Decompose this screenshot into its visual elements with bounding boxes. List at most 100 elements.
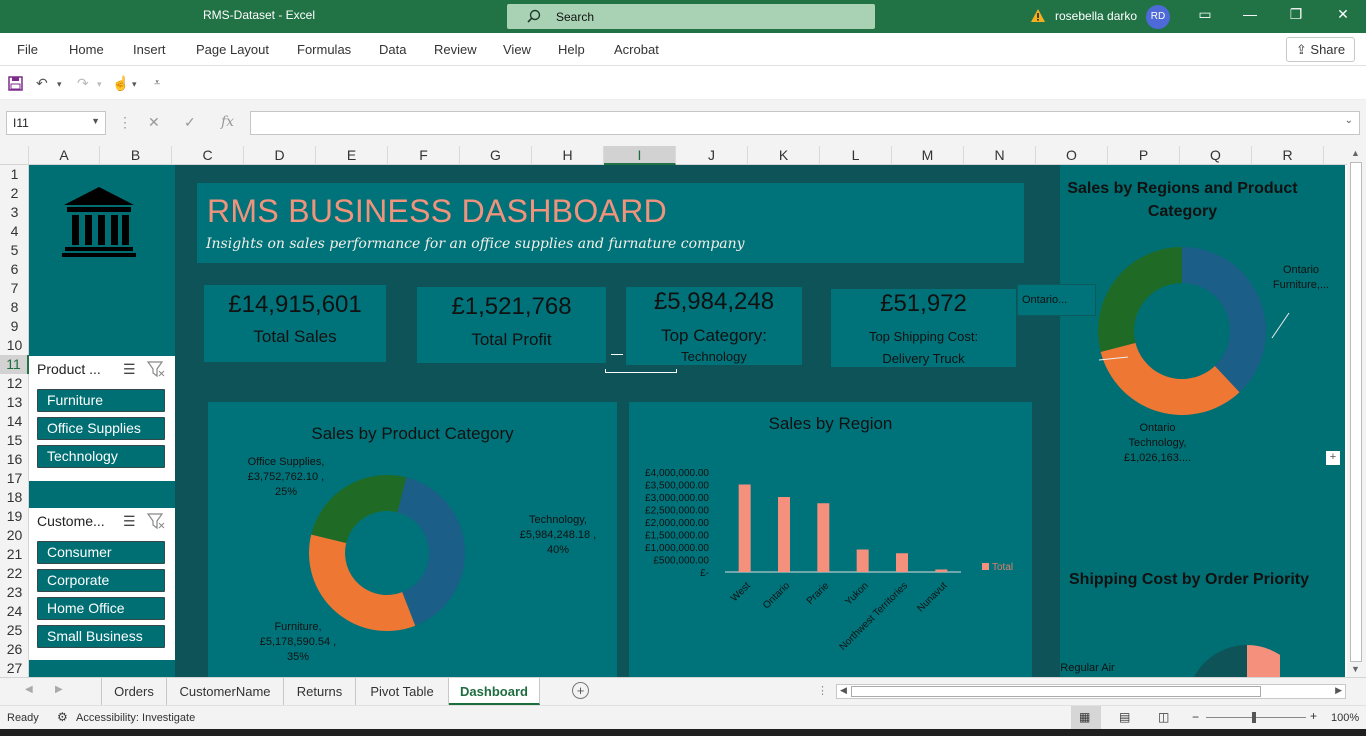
slicer-item-corporate[interactable]: Corporate <box>37 569 165 592</box>
chart-sales-by-region[interactable]: Sales by Region £4,000,000.00 £3,500,000.… <box>629 402 1032 677</box>
customize-qat-icon[interactable]: ⩡ <box>154 77 160 90</box>
column-header[interactable]: B <box>100 146 172 165</box>
scroll-thumb[interactable] <box>851 686 1261 697</box>
slicer-item-furniture[interactable]: Furniture <box>37 389 165 412</box>
row-header[interactable]: 4 <box>0 222 29 241</box>
slicer-item-office-supplies[interactable]: Office Supplies <box>37 417 165 440</box>
row-header[interactable]: 20 <box>0 526 29 545</box>
slicer-item-consumer[interactable]: Consumer <box>37 541 165 564</box>
tab-dashboard[interactable]: Dashboard <box>449 678 540 705</box>
menu-formulas[interactable]: Formulas <box>297 42 351 57</box>
row-header[interactable]: 5 <box>0 241 29 260</box>
row-header[interactable]: 12 <box>0 374 29 393</box>
column-header[interactable]: E <box>316 146 388 165</box>
column-header[interactable]: J <box>676 146 748 165</box>
dashboard-title-box[interactable]: RMS BUSINESS DASHBOARD Insights on sales… <box>197 183 1024 263</box>
row-header[interactable]: 15 <box>0 431 29 450</box>
zoom-level[interactable]: 100% <box>1331 712 1359 724</box>
selected-cell[interactable] <box>605 369 677 373</box>
scroll-up-icon[interactable]: ▲ <box>1351 148 1360 158</box>
row-header[interactable]: 2 <box>0 184 29 203</box>
row-header[interactable]: 26 <box>0 640 29 659</box>
chart-sales-by-product-category[interactable]: Sales by Product Category Office Supplie… <box>208 402 617 677</box>
menu-file[interactable]: File <box>17 42 38 57</box>
row-header[interactable]: 22 <box>0 564 29 583</box>
enter-icon[interactable]: ✓ <box>184 114 196 131</box>
menu-review[interactable]: Review <box>434 42 477 57</box>
column-header[interactable]: F <box>388 146 460 165</box>
column-header[interactable]: Q <box>1180 146 1252 165</box>
horizontal-scrollbar[interactable]: ◀ ▶ <box>836 684 1346 699</box>
warning-icon[interactable] <box>1030 8 1046 23</box>
row-header[interactable]: 8 <box>0 298 29 317</box>
ontario-label-box[interactable]: Ontario... <box>1017 284 1096 316</box>
multi-select-icon[interactable]: ☰ <box>123 361 136 378</box>
bar[interactable] <box>896 553 908 572</box>
zoom-in-icon[interactable]: + <box>1310 709 1317 723</box>
column-header[interactable]: C <box>172 146 244 165</box>
row-header[interactable]: 10 <box>0 336 29 355</box>
cancel-icon[interactable]: ✕ <box>148 114 160 131</box>
pie-slice-furniture[interactable] <box>309 534 416 631</box>
kpi-top-category[interactable]: £5,984,248 Top Category: Technology <box>626 287 802 365</box>
tab-next-icon[interactable]: ▶ <box>55 684 63 695</box>
column-header[interactable]: G <box>460 146 532 165</box>
save-icon[interactable] <box>8 76 23 91</box>
row-header[interactable]: 19 <box>0 507 29 526</box>
tab-prev-icon[interactable]: ◀ <box>25 684 33 695</box>
zoom-slider-thumb[interactable] <box>1252 712 1256 723</box>
scroll-thumb[interactable] <box>1350 162 1362 662</box>
tab-returns[interactable]: Returns <box>284 678 356 705</box>
menu-view[interactable]: View <box>503 42 531 57</box>
slicer-item-technology[interactable]: Technology <box>37 445 165 468</box>
row-header[interactable]: 18 <box>0 488 29 507</box>
menu-help[interactable]: Help <box>558 42 585 57</box>
search-box[interactable]: Search <box>507 4 875 29</box>
column-header[interactable]: R <box>1252 146 1324 165</box>
bar[interactable] <box>856 549 869 573</box>
undo-icon[interactable]: ↶ <box>36 75 48 92</box>
column-header[interactable]: P <box>1108 146 1180 165</box>
redo-dropdown-icon[interactable]: ▾ <box>97 79 102 90</box>
ribbon-display-icon[interactable]: ▭ <box>1195 6 1215 23</box>
insert-function-icon[interactable]: fx <box>221 114 234 130</box>
minimize-icon[interactable]: — <box>1240 6 1260 22</box>
region-slice[interactable] <box>1100 342 1240 415</box>
zoom-out-icon[interactable]: − <box>1192 710 1199 724</box>
expand-formula-icon[interactable]: ⌄ <box>1345 115 1353 126</box>
bar[interactable] <box>817 503 830 572</box>
row-header[interactable]: 16 <box>0 450 29 469</box>
formula-input[interactable]: ⌄ <box>250 111 1360 135</box>
page-layout-view-icon[interactable]: ▤ <box>1119 710 1130 724</box>
region-slice[interactable] <box>1098 247 1182 352</box>
kpi-total-profit[interactable]: £1,521,768 Total Profit <box>417 287 606 363</box>
scroll-left-icon[interactable]: ◀ <box>840 685 847 696</box>
row-header[interactable]: 3 <box>0 203 29 222</box>
status-accessibility[interactable]: Accessibility: Investigate <box>76 712 195 724</box>
share-button[interactable]: ⇪ Share <box>1286 37 1355 62</box>
column-header[interactable]: A <box>29 146 100 165</box>
column-header[interactable]: H <box>532 146 604 165</box>
row-header[interactable]: 27 <box>0 659 29 678</box>
chevron-down-icon[interactable]: ▼ <box>91 116 100 126</box>
row-header[interactable]: 25 <box>0 621 29 640</box>
undo-dropdown-icon[interactable]: ▾ <box>57 79 62 90</box>
column-header[interactable]: O <box>1036 146 1108 165</box>
menu-acrobat[interactable]: Acrobat <box>614 42 659 57</box>
touch-dropdown-icon[interactable]: ▾ <box>132 79 137 90</box>
menu-page-layout[interactable]: Page Layout <box>196 42 269 57</box>
column-header[interactable]: N <box>964 146 1036 165</box>
pie-slice-technology[interactable] <box>397 477 466 626</box>
row-header[interactable]: 13 <box>0 393 29 412</box>
tab-customername[interactable]: CustomerName <box>167 678 284 705</box>
kpi-top-shipping[interactable]: £51,972 Top Shipping Cost: Delivery Truc… <box>831 289 1016 367</box>
restore-icon[interactable]: ❐ <box>1286 6 1306 23</box>
region-slice[interactable] <box>1182 247 1266 393</box>
row-header[interactable]: 24 <box>0 602 29 621</box>
clear-filter-icon[interactable] <box>147 512 165 530</box>
slicer-item-small-business[interactable]: Small Business <box>37 625 165 648</box>
row-header[interactable]: 17 <box>0 469 29 488</box>
multi-select-icon[interactable]: ☰ <box>123 513 136 530</box>
menu-home[interactable]: Home <box>69 42 104 57</box>
avatar[interactable]: RD <box>1146 5 1170 29</box>
